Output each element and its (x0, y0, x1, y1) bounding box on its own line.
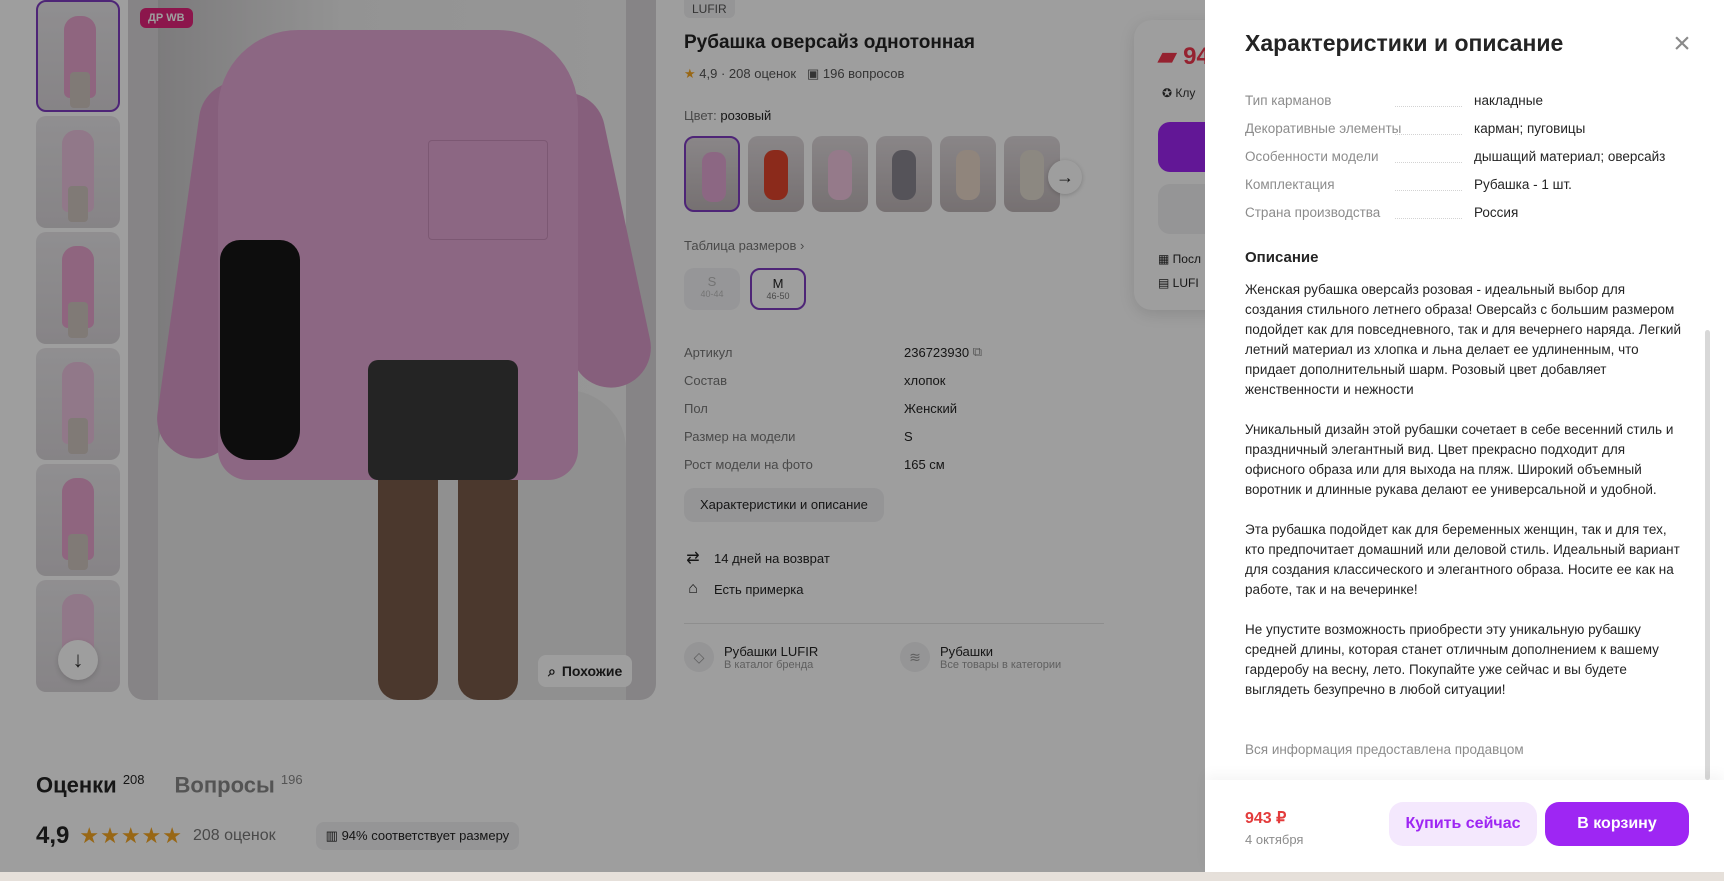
spec-name: Комплектация (1245, 177, 1474, 192)
scrollbar-thumb[interactable] (1705, 330, 1710, 780)
footer-price: 943 ₽ (1245, 810, 1287, 827)
spec-row: Декоративные элементы карман; пуговицы (1245, 114, 1695, 142)
spec-value: дышащий материал; оверсайз (1474, 148, 1666, 164)
spec-name: Страна производства (1245, 205, 1474, 220)
description-paragraph: Не упустите возможность приобрести эту у… (1245, 622, 1659, 697)
spec-list: Тип карманов накладные Декоративные элеме… (1245, 86, 1695, 226)
delivery-date: 4 октября (1245, 832, 1304, 847)
seller-info-note: Вся информация предоставлена продавцом (1245, 742, 1524, 757)
modal-backdrop[interactable] (0, 0, 1205, 881)
description-body: Женская рубашка оверсайз розовая - идеал… (1245, 280, 1685, 720)
spec-value: карман; пуговицы (1474, 120, 1586, 136)
spec-row: Комплектация Рубашка - 1 шт. (1245, 170, 1695, 198)
spec-name: Особенности модели (1245, 149, 1474, 164)
description-title: Описание (1245, 249, 1319, 266)
spec-name: Тип карманов (1245, 93, 1474, 108)
spec-value: Рубашка - 1 шт. (1474, 176, 1572, 192)
spec-value: накладные (1474, 92, 1543, 108)
add-to-cart-button[interactable]: В корзину (1545, 802, 1689, 846)
close-icon[interactable]: × (1667, 29, 1697, 60)
spec-name: Декоративные элементы (1245, 121, 1474, 136)
spec-row: Особенности модели дышащий материал; овер… (1245, 142, 1695, 170)
panel-title: Характеристики и описание (1245, 30, 1564, 56)
characteristics-panel: Характеристики и описание × Тип карманов… (1205, 0, 1724, 872)
buy-now-button[interactable]: Купить сейчас (1389, 802, 1537, 846)
page-bottom-strip (0, 872, 1724, 881)
description-paragraph: Эта рубашка подойдет как для беременных … (1245, 522, 1680, 597)
spec-value: Россия (1474, 204, 1519, 220)
panel-footer: 943 ₽ 4 октября Купить сейчас В корзину (1205, 780, 1724, 872)
description-paragraph: Уникальный дизайн этой рубашки сочетает … (1245, 422, 1674, 497)
spec-row: Тип карманов накладные (1245, 86, 1695, 114)
spec-row: Страна производства Россия (1245, 198, 1695, 226)
description-paragraph: Женская рубашка оверсайз розовая - идеал… (1245, 282, 1681, 397)
